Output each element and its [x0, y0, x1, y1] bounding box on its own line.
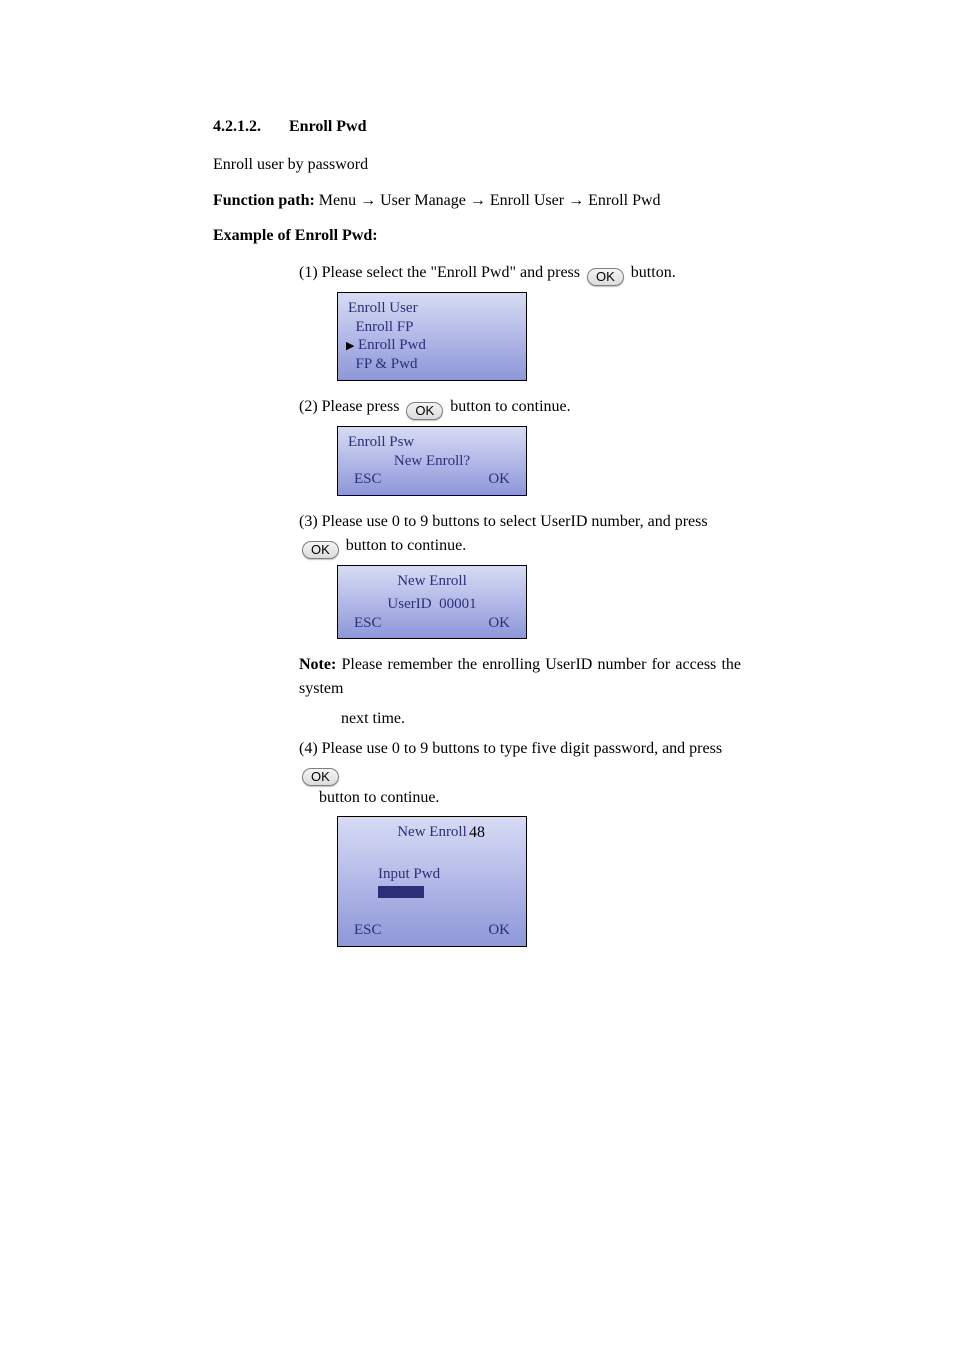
intro-text: Enroll user by password: [213, 154, 741, 176]
ok-button-icon: OK: [406, 402, 443, 420]
step-1-text-post: button.: [631, 264, 676, 281]
function-path: Function path: Menu→User Manage→Enroll U…: [213, 190, 741, 212]
lcd1-item2-selected: Enroll Pwd: [348, 336, 516, 355]
lcd3-esc: ESC: [354, 614, 382, 633]
lcd2-esc: ESC: [354, 470, 382, 489]
lcd4-input-row: Input Pwd: [348, 846, 516, 921]
ok-button-icon: OK: [302, 768, 339, 786]
step-3: (3) Please use 0 to 9 buttons to select …: [299, 510, 741, 639]
note-text1: Please remember the enrolling UserID num…: [299, 656, 741, 697]
password-field-icon: [378, 886, 424, 898]
document-page: 4.2.1.2. Enroll Pwd Enroll user by passw…: [0, 0, 954, 1351]
lcd1-item1: Enroll FP: [348, 318, 516, 337]
note-text2: next time.: [341, 707, 741, 731]
section-number: 4.2.1.2.: [213, 118, 285, 136]
arrow-icon: →: [466, 192, 490, 209]
arrow-icon: →: [564, 192, 588, 209]
note-label: Note:: [299, 656, 336, 673]
arrow-icon: →: [356, 192, 380, 209]
step-2: (2) Please press OK button to continue. …: [299, 395, 741, 496]
section-title: Enroll Pwd: [289, 118, 367, 135]
lcd2-ok: OK: [488, 470, 510, 489]
note-block: Note: Please remember the enrolling User…: [299, 653, 741, 701]
step-3-line2: button to continue.: [346, 537, 466, 554]
lcd1-title: Enroll User: [348, 299, 516, 318]
ok-button-icon: OK: [302, 541, 339, 559]
step-1-text-pre: (1) Please select the "Enroll Pwd" and p…: [299, 264, 584, 281]
lcd2-title: Enroll Psw: [348, 433, 516, 452]
lcd4-input-label: Input Pwd: [378, 866, 440, 882]
lcd-screen-3: New Enroll UserID 00001 ESC OK: [337, 565, 527, 639]
section-heading: 4.2.1.2. Enroll Pwd: [213, 118, 741, 136]
lcd4-ok: OK: [488, 921, 510, 940]
lcd3-userid: UserID 00001: [348, 595, 516, 614]
function-path-label: Function path:: [213, 192, 315, 209]
step-1: (1) Please select the "Enroll Pwd" and p…: [299, 261, 741, 381]
path-seg-0: Menu: [319, 192, 356, 209]
lcd4-esc: ESC: [354, 921, 382, 940]
step-2-text-post: button to continue.: [450, 398, 570, 415]
path-seg-2: Enroll User: [490, 192, 564, 209]
lcd1-item3: FP & Pwd: [348, 355, 516, 374]
lcd3-title: New Enroll: [348, 572, 516, 591]
step-4: (4) Please use 0 to 9 buttons to type fi…: [299, 737, 741, 947]
lcd-screen-1: Enroll User Enroll FP Enroll Pwd FP & Pw…: [337, 292, 527, 381]
path-seg-1: User Manage: [380, 192, 466, 209]
page-number: 48: [0, 824, 954, 842]
step-2-text-pre: (2) Please press: [299, 398, 403, 415]
lcd2-line: New Enroll?: [348, 452, 516, 471]
lcd-screen-2: Enroll Psw New Enroll? ESC OK: [337, 426, 527, 496]
step-3-line1: (3) Please use 0 to 9 buttons to select …: [299, 510, 741, 534]
example-label: Example of Enroll Pwd:: [213, 225, 741, 247]
lcd3-ok: OK: [488, 614, 510, 633]
step-4-text-pre: (4) Please use 0 to 9 buttons to type fi…: [299, 740, 722, 757]
ok-button-icon: OK: [587, 268, 624, 286]
path-seg-3: Enroll Pwd: [588, 192, 660, 209]
step-4-text-post: button to continue.: [319, 786, 741, 810]
